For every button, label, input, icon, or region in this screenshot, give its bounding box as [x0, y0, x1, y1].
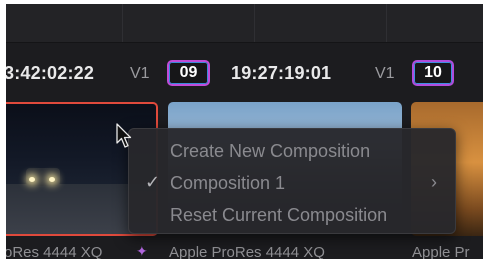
clip-timecode: 3:42:02:22 [6, 63, 95, 83]
toolbar-divider [254, 4, 255, 42]
clip-codec-label: oRes 4444 XQ [6, 244, 103, 259]
clip-number: 10 [424, 64, 442, 81]
menu-item-reset-current-composition[interactable]: Reset Current Composition [129, 199, 455, 229]
headlight [29, 177, 35, 182]
menu-item-label: Reset Current Composition [170, 205, 388, 225]
clip-number: 09 [179, 64, 198, 81]
menu-item-create-new-composition[interactable]: Create New Composition [129, 135, 455, 165]
menu-item-label: Create New Composition [170, 141, 371, 161]
clip-codec-label: Apple Pr [412, 244, 470, 259]
timeline-panel: 3:42:02:22 V1 09 19:27:19:01 V1 10 oRes … [6, 4, 483, 259]
mouse-pointer-icon [116, 123, 132, 148]
timeline-toolbar [6, 4, 483, 43]
sparkle-icon: ✦ [136, 243, 148, 259]
chevron-right-icon: › [431, 172, 437, 192]
track-label: V1 [130, 65, 150, 82]
menu-item-composition-1[interactable]: ✓ Composition 1 › [129, 167, 455, 197]
composition-context-menu: Create New Composition ✓ Composition 1 ›… [128, 128, 456, 234]
clip-timecode: 19:27:19:01 [231, 63, 332, 83]
toolbar-divider [386, 4, 387, 42]
checkmark-icon: ✓ [145, 172, 161, 192]
toolbar-divider [122, 4, 123, 42]
clip-number-badge[interactable]: 10 [412, 60, 454, 86]
clip-codec-label: Apple ProRes 4444 XQ [169, 244, 325, 259]
track-label: V1 [375, 65, 395, 82]
headlight [49, 177, 55, 182]
clip-number-badge[interactable]: 09 [167, 60, 210, 86]
menu-item-label: Composition 1 [170, 173, 286, 193]
clip-header-row: 3:42:02:22 V1 09 19:27:19:01 V1 10 [6, 54, 483, 94]
